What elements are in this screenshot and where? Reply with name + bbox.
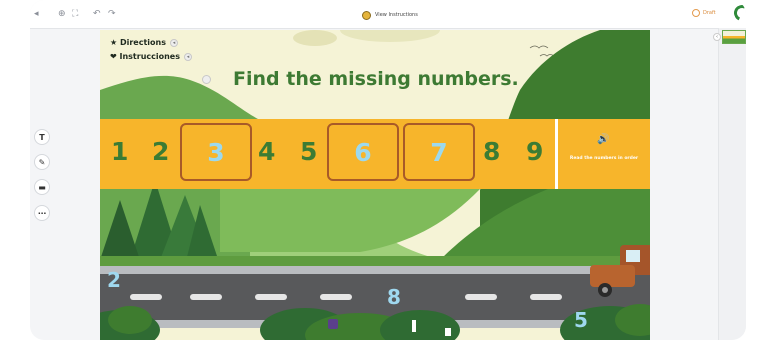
number-2: 2: [152, 137, 170, 166]
instructions-audio-icon[interactable]: ◂: [184, 52, 192, 61]
redo-icon[interactable]: ↷: [108, 9, 116, 19]
strip-divider: [555, 119, 558, 189]
number-1: 1: [111, 137, 129, 166]
number-9: 9: [526, 137, 544, 166]
number-4: 4: [258, 137, 276, 166]
read-numbers-caption: Read the numbers in order: [569, 156, 639, 161]
answer-box-3[interactable]: 3: [180, 123, 252, 181]
answer-box-7[interactable]: 7: [403, 123, 475, 181]
instructions-label: ❤ Instrucciones: [110, 52, 180, 61]
document-title[interactable]: View Instructions: [362, 10, 418, 20]
number-8: 8: [483, 137, 501, 166]
answer-box-6[interactable]: 6: [327, 123, 399, 181]
fullscreen-icon[interactable]: ⛶: [72, 9, 78, 19]
directions-button[interactable]: ★ Directions ◂: [110, 38, 178, 47]
top-toolbar: ◂ ⊕ ⛶ ↶ ↷ View Instructions Draft: [30, 0, 746, 29]
slide-thumbnail-panel: [718, 28, 746, 340]
draft-status-icon: [692, 9, 700, 17]
draft-status[interactable]: Draft: [692, 9, 716, 17]
collapse-panel-icon[interactable]: ‹: [713, 33, 721, 41]
slide-thumbnail[interactable]: [722, 30, 746, 44]
undo-icon[interactable]: ↶: [93, 9, 101, 19]
text-tool-icon[interactable]: T: [34, 129, 50, 145]
heading-audio-icon[interactable]: [202, 75, 211, 84]
brand-logo-icon: [731, 2, 746, 24]
directions-label: ★ Directions: [110, 38, 166, 47]
back-arrow-icon[interactable]: ◂: [34, 9, 39, 19]
editor-window: ◂ ⊕ ⛶ ↶ ↷ View Instructions Draft T ✎ ▬ …: [30, 0, 746, 340]
speaker-icon[interactable]: 🔊: [597, 134, 609, 145]
activity-heading: Find the missing numbers.: [233, 68, 519, 90]
road-number-5[interactable]: 5: [574, 308, 588, 332]
zoom-icon[interactable]: ⊕: [58, 9, 66, 19]
directions-audio-icon[interactable]: ◂: [169, 38, 178, 47]
draft-status-text: Draft: [703, 10, 716, 16]
document-title-text: View Instructions: [375, 12, 418, 18]
more-options-icon[interactable]: ⋯: [34, 205, 50, 221]
eraser-tool-icon[interactable]: ▬: [34, 179, 50, 195]
road-number-2[interactable]: 2: [107, 268, 121, 292]
pen-tool-icon[interactable]: ✎: [34, 154, 50, 170]
road-number-8[interactable]: 8: [387, 285, 401, 309]
number-5: 5: [300, 137, 318, 166]
instructions-button[interactable]: ❤ Instrucciones ◂: [110, 52, 192, 61]
lesson-logo-icon: [362, 10, 371, 20]
slide-canvas: ★ Directions ◂ ❤ Instrucciones ◂ Find th…: [100, 30, 650, 340]
